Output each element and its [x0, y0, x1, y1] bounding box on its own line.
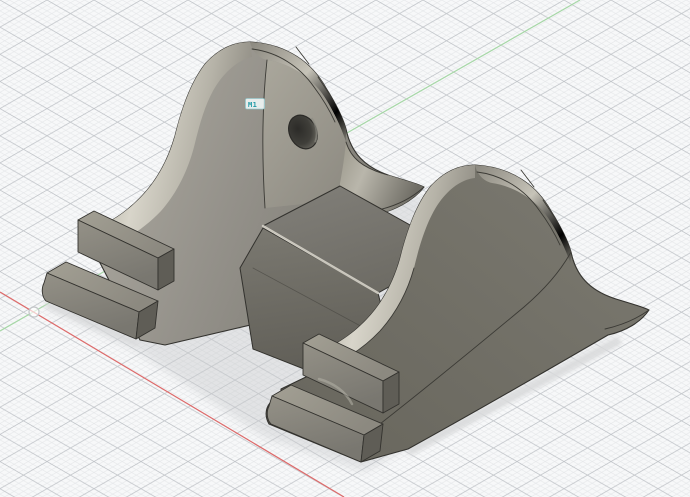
badge-label: M1: [248, 101, 257, 109]
viewport-badge: M1: [246, 99, 265, 110]
origin-marker[interactable]: [29, 307, 39, 317]
cad-viewport[interactable]: M1: [0, 0, 690, 497]
